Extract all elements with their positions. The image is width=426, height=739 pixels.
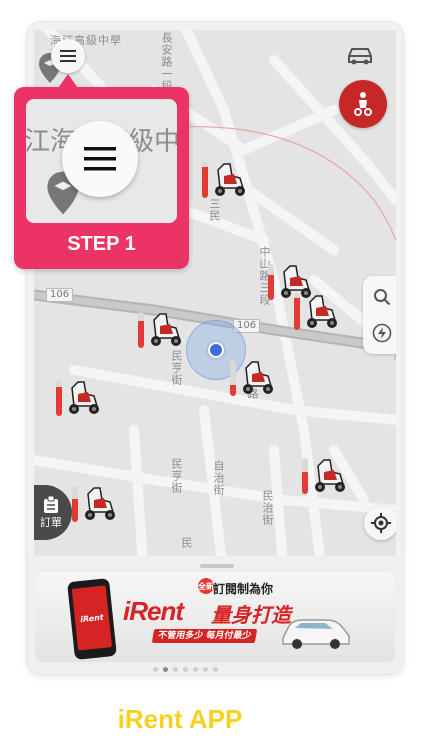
new-badge: 全新	[198, 578, 214, 594]
menu-button[interactable]	[51, 39, 85, 73]
scooter-icon	[69, 381, 99, 414]
sheet-drag-handle[interactable]	[200, 564, 234, 568]
road-label-minheng-2: 民亨街	[170, 458, 183, 494]
pagination-dot[interactable]	[213, 667, 218, 672]
banner-promo: 不管用多少 每月付最少	[151, 629, 258, 643]
scooter-icon	[354, 92, 372, 116]
clipboard-icon	[44, 495, 58, 513]
banner-pagination[interactable]	[153, 667, 218, 672]
road-label-changan: 長安路一段	[160, 32, 173, 92]
battery-level-fill	[268, 274, 274, 300]
battery-level-bar	[72, 486, 78, 522]
battery-level-bar	[56, 380, 62, 416]
scooter-marker[interactable]	[56, 376, 102, 422]
callout-zoom-view: 江海汀高級中	[26, 99, 177, 223]
hamburger-icon	[60, 50, 76, 62]
scooter-marker[interactable]	[138, 308, 184, 354]
callout-pointer	[58, 74, 78, 88]
pagination-dot[interactable]	[163, 667, 168, 672]
battery-level-fill	[302, 472, 308, 494]
pagination-dot[interactable]	[173, 667, 178, 672]
battery-level-fill	[72, 498, 78, 522]
search-icon	[374, 289, 391, 306]
scooter-mode-button[interactable]	[339, 80, 387, 128]
battery-level-fill	[138, 321, 144, 348]
battery-level-bar	[230, 360, 236, 396]
scooter-marker[interactable]	[294, 290, 340, 336]
current-location-marker	[208, 342, 224, 358]
phone-illustration: iRent	[67, 578, 117, 660]
step-callout: 江海汀高級中 STEP 1	[14, 74, 189, 269]
battery-level-fill	[294, 297, 300, 330]
scooter-marker[interactable]	[202, 158, 248, 204]
scooter-icon	[215, 163, 245, 196]
scooter-icon	[243, 361, 273, 394]
hamburger-icon	[84, 147, 116, 171]
menu-button-highlight	[62, 121, 138, 197]
scooter-icon	[85, 487, 115, 520]
app-caption: iRent APP	[117, 704, 243, 734]
scooter-marker[interactable]	[72, 482, 118, 528]
pagination-dot[interactable]	[183, 667, 188, 672]
bottom-sheet: iRent 全新 訂閱制為你 iRent 量身打造 不管用多少 每月付最少	[27, 556, 403, 674]
battery-level-fill	[56, 387, 62, 416]
car-illustration	[282, 619, 350, 649]
map-tool-panel	[363, 276, 396, 354]
order-button-label: 訂單	[40, 515, 62, 529]
battery-level-fill	[230, 385, 236, 396]
road-label-zizhi: 自治街	[212, 460, 225, 496]
scooter-icon	[151, 313, 181, 346]
route-badge-106: 106	[46, 288, 74, 302]
page: 長安路一段 海汀高級中學 三民 中山路三段 民亨街 民亨街 自治街 民治街 民治…	[0, 0, 426, 739]
lightning-icon	[372, 323, 392, 343]
pagination-dot[interactable]	[203, 667, 208, 672]
scooter-marker[interactable]	[230, 356, 276, 402]
scooter-icon	[315, 459, 345, 492]
battery-level-bar	[294, 294, 300, 330]
step-label: STEP 1	[67, 233, 136, 255]
scooter-icon	[307, 295, 337, 328]
pagination-dot[interactable]	[193, 667, 198, 672]
battery-level-bar	[138, 312, 144, 348]
scooter-marker[interactable]	[302, 454, 348, 500]
road-label-min: 民	[180, 537, 193, 549]
battery-level-bar	[268, 264, 274, 300]
road-label-minzhi: 民治街	[261, 490, 274, 526]
charging-station-button[interactable]	[369, 320, 395, 346]
gps-locate-button[interactable]	[364, 506, 396, 540]
search-button[interactable]	[369, 284, 395, 310]
banner-top-text: 訂閱制為你	[213, 582, 274, 596]
phone-brand-text: iRent	[71, 585, 113, 651]
banner-brand: iRent	[123, 596, 184, 626]
car-mode-button[interactable]	[337, 38, 383, 74]
crosshair-icon	[371, 513, 391, 533]
battery-level-bar	[202, 162, 208, 198]
car-icon	[348, 48, 372, 65]
road-label-minheng: 民亨街	[170, 350, 183, 386]
pagination-dot[interactable]	[153, 667, 158, 672]
promo-banner[interactable]: iRent 全新 訂閱制為你 iRent 量身打造 不管用多少 每月付最少	[35, 572, 395, 662]
battery-level-fill	[202, 167, 208, 198]
battery-level-bar	[302, 458, 308, 494]
